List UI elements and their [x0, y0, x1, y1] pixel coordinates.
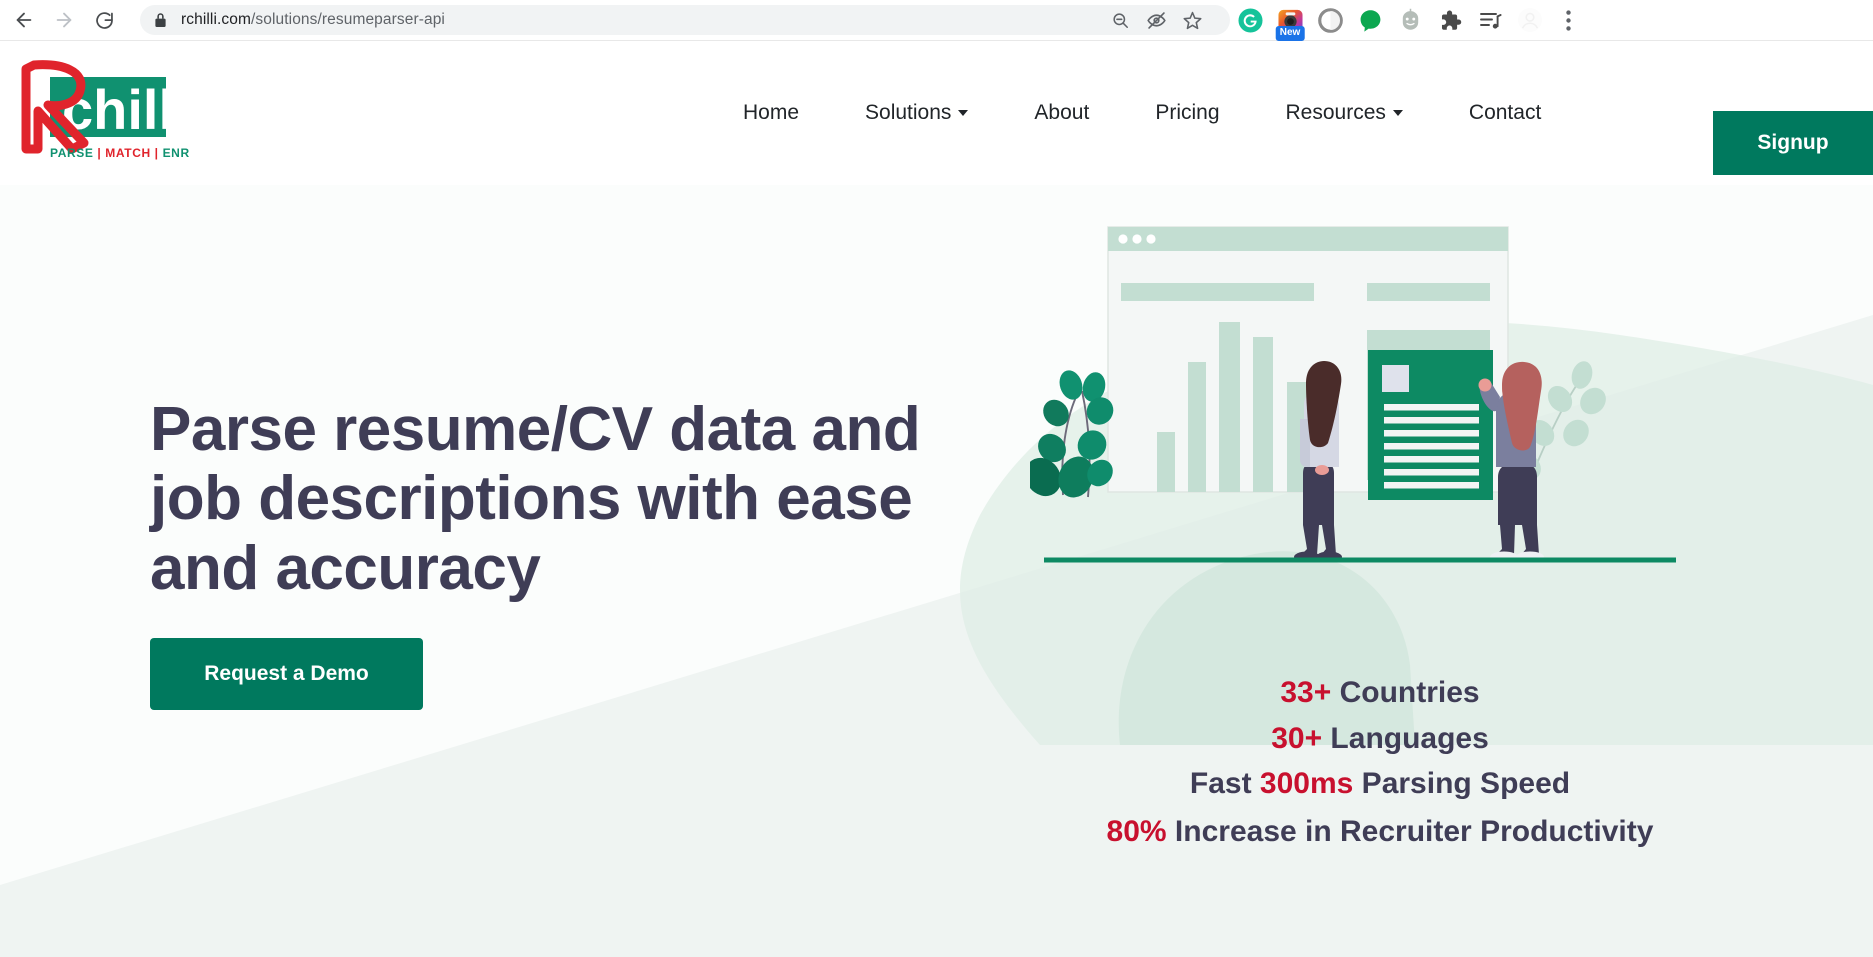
forward-button[interactable]: [44, 0, 84, 40]
nav-label: Resources: [1285, 101, 1386, 124]
chevron-down-icon: [1392, 110, 1403, 116]
address-bar[interactable]: rchilli.com/solutions/resumeparser-api: [140, 5, 1230, 35]
browser-toolbar: rchilli.com/solutions/resumeparser-api N…: [0, 0, 1873, 41]
green-dot-extension-icon[interactable]: [1350, 0, 1390, 40]
nav-item-solutions[interactable]: Solutions: [865, 101, 969, 125]
profile-avatar-icon[interactable]: [1510, 0, 1550, 40]
svg-text:PARSE | MATCH | ENRICH: PARSE | MATCH | ENRICH: [50, 146, 190, 160]
nav-item-about[interactable]: About: [1034, 101, 1089, 125]
browser-nav-buttons: [0, 0, 124, 40]
stat-value: 30+: [1271, 721, 1323, 755]
page-title: Parse resume/CV data and job description…: [150, 395, 921, 603]
nav-item-resources[interactable]: Resources: [1286, 101, 1403, 125]
nav-item-pricing[interactable]: Pricing: [1155, 101, 1219, 125]
extension-icons: New: [1230, 0, 1588, 41]
screenshot-extension-icon[interactable]: New: [1270, 0, 1310, 41]
hero-section: Parse resume/CV data and job description…: [0, 185, 1873, 957]
url-domain: rchilli.com: [181, 11, 251, 28]
nav-label: About: [1034, 101, 1090, 124]
nav-item-home[interactable]: Home: [743, 101, 799, 125]
primary-navigation: Home Solutions About Pricing Resources C…: [710, 41, 1574, 185]
request-demo-button[interactable]: Request a Demo: [150, 638, 423, 710]
reading-list-icon[interactable]: [1470, 0, 1510, 40]
grammarly-extension-icon[interactable]: [1230, 0, 1270, 40]
url-text: rchilli.com/solutions/resumeparser-api: [181, 11, 445, 29]
nav-label: Home: [743, 101, 800, 124]
star-icon[interactable]: [1174, 2, 1210, 38]
left-plant-illustration: [1024, 370, 1114, 498]
signup-button[interactable]: Signup: [1713, 111, 1873, 175]
resume-document-illustration: [1368, 350, 1493, 500]
nav-label: Pricing: [1155, 101, 1220, 124]
stat-label: Parsing Speed: [1353, 767, 1571, 801]
robot-extension-icon[interactable]: [1390, 0, 1430, 40]
resume-parsing-illustration: [1024, 205, 1690, 625]
stat-recruiter-productivity: 80% Increase in Recruiter Productivity: [1100, 807, 1660, 850]
nav-item-contact[interactable]: Contact: [1469, 101, 1541, 125]
nav-label: Solutions: [865, 101, 952, 124]
chevron-down-icon: [958, 110, 969, 116]
browser-menu-button[interactable]: [1550, 0, 1586, 40]
stat-value: 300ms: [1259, 767, 1354, 801]
reload-button[interactable]: [84, 0, 124, 40]
nav-label: Contact: [1468, 101, 1542, 124]
stat-languages: 30+ Languages: [1100, 716, 1660, 762]
omnibox-actions: [1102, 2, 1216, 38]
stat-parsing-speed: Fast 300ms Parsing Speed: [1100, 761, 1660, 807]
eye-slash-icon[interactable]: [1138, 2, 1174, 38]
zoom-out-icon[interactable]: [1102, 2, 1138, 38]
puzzle-extensions-icon[interactable]: [1430, 0, 1470, 40]
lock-icon[interactable]: [154, 12, 167, 28]
stat-label: Increase in Recruiter Productivity: [1166, 814, 1654, 848]
stat-label: Countries: [1331, 676, 1480, 709]
back-button[interactable]: [4, 0, 44, 40]
stat-prefix: Fast: [1189, 767, 1260, 801]
stat-value: 80%: [1106, 814, 1167, 848]
stat-countries: 33+ Countries: [1100, 670, 1660, 716]
new-badge: New: [1275, 26, 1305, 41]
rchilli-logo[interactable]: chilli PARSE | MATCH | ENRICH: [14, 57, 190, 169]
stat-value: 33+: [1280, 676, 1332, 709]
circle-extension-icon[interactable]: [1310, 0, 1350, 40]
url-path: /solutions/resumeparser-api: [251, 11, 445, 28]
site-header: chilli PARSE | MATCH | ENRICH Home Solut…: [0, 41, 1873, 185]
hero-stats: 33+ Countries 30+ Languages Fast 300ms P…: [1100, 670, 1660, 850]
stat-label: Languages: [1322, 721, 1489, 755]
